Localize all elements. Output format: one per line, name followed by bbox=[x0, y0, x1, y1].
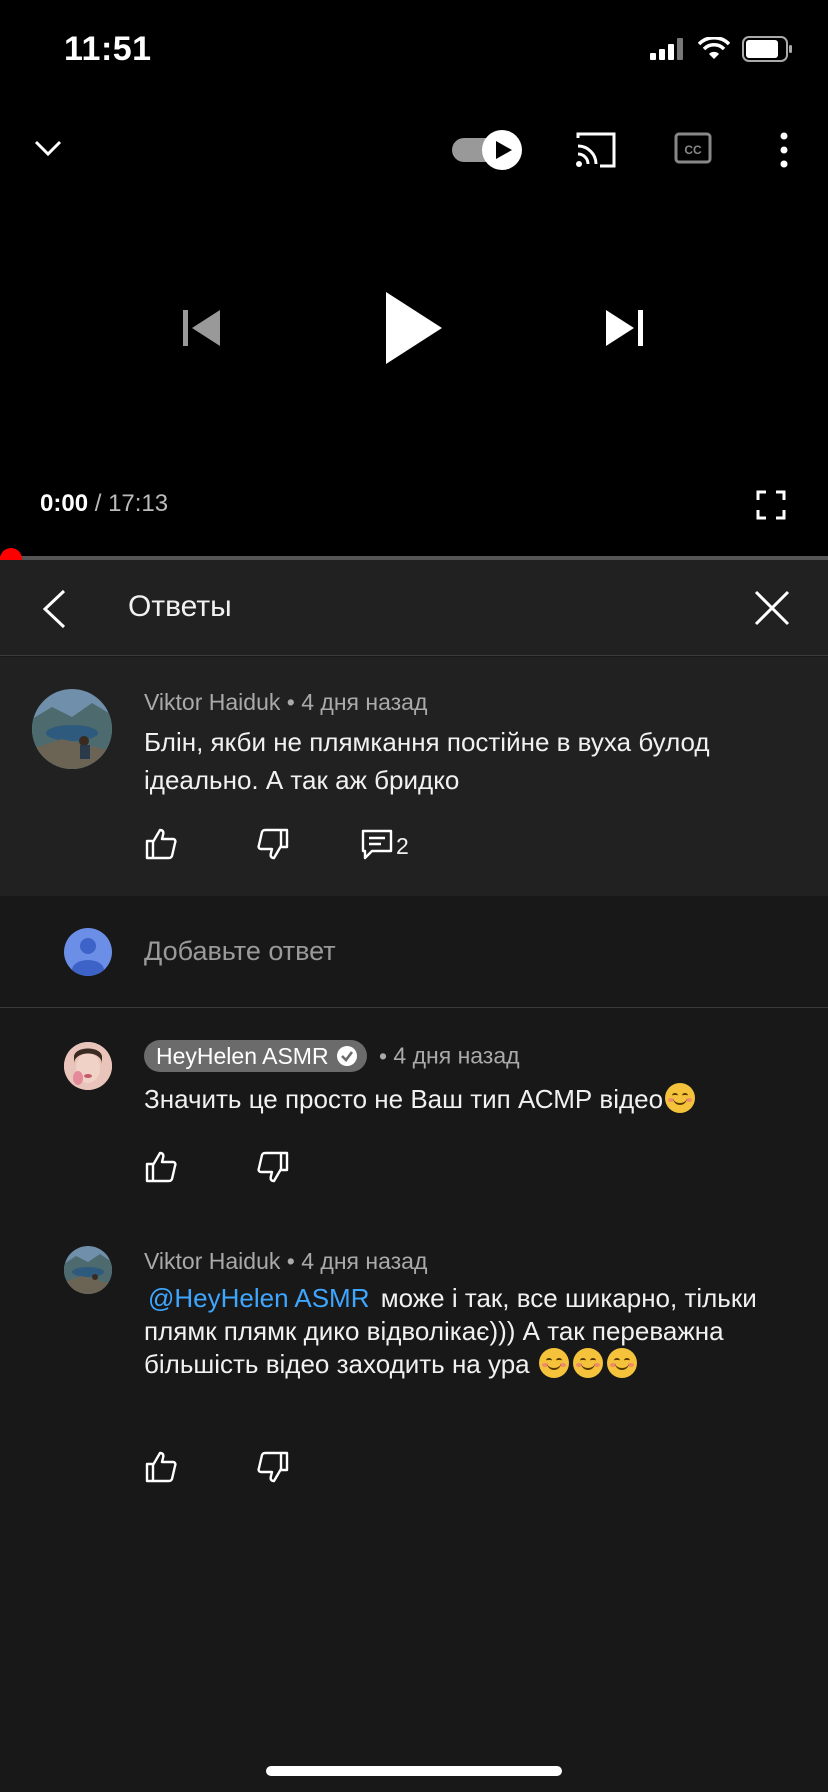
portrait-avatar-image bbox=[64, 1042, 112, 1090]
add-reply-row[interactable]: Добавьте ответ bbox=[0, 896, 828, 1008]
home-indicator[interactable] bbox=[266, 1766, 562, 1776]
reply-text: Значить це просто не Ваш тип АСМР відео bbox=[144, 1080, 794, 1118]
comment-text: Блін, якби не плямкання постійне в вуха … bbox=[144, 727, 710, 795]
comment-age: 4 дня назад bbox=[301, 689, 428, 715]
reply-meta: HeyHelen ASMR • 4 дня назад bbox=[144, 1040, 520, 1072]
dislike-icon[interactable] bbox=[256, 1150, 290, 1184]
avatar[interactable] bbox=[64, 1246, 112, 1294]
smiling-emoji-icon bbox=[572, 1348, 603, 1378]
fullscreen-icon[interactable] bbox=[756, 490, 786, 520]
dislike-icon[interactable] bbox=[256, 827, 290, 861]
meta-separator: • bbox=[378, 1042, 388, 1069]
avatar[interactable] bbox=[32, 689, 112, 769]
reply-count[interactable]: 2 bbox=[396, 833, 409, 860]
video-player[interactable]: 11:51 CC 0:00 / 17:13 bbox=[0, 0, 828, 570]
more-icon[interactable] bbox=[772, 128, 796, 172]
smiling-emoji-icon bbox=[665, 1083, 696, 1113]
reply-author: HeyHelen ASMR bbox=[156, 1042, 329, 1069]
reply-age: 4 дня назад bbox=[301, 1248, 428, 1274]
svg-text:CC: CC bbox=[684, 143, 702, 157]
player-top-controls: CC bbox=[0, 120, 828, 180]
play-icon[interactable] bbox=[384, 290, 444, 366]
verified-icon bbox=[336, 1046, 357, 1066]
creator-author-chip[interactable]: HeyHelen ASMR bbox=[144, 1040, 367, 1072]
reply-age: 4 дня назад bbox=[393, 1042, 520, 1069]
like-icon[interactable] bbox=[144, 827, 178, 861]
parent-comment: Viktor Haiduk • 4 дня назад Блін, якби н… bbox=[0, 657, 828, 896]
replies-header: Ответы bbox=[0, 560, 828, 656]
timecode: 0:00 / 17:13 bbox=[40, 490, 168, 518]
cast-icon[interactable] bbox=[574, 130, 618, 170]
reply-text-content: Значить це просто не Ваш тип АСМР відео bbox=[144, 1084, 664, 1114]
autoplay-toggle[interactable] bbox=[452, 128, 524, 172]
mention-link[interactable]: @HeyHelen ASMR bbox=[144, 1283, 373, 1313]
like-icon[interactable] bbox=[144, 1150, 178, 1184]
status-icons bbox=[650, 36, 794, 62]
status-bar: 11:51 bbox=[0, 0, 828, 100]
like-icon[interactable] bbox=[144, 1450, 178, 1484]
status-time: 11:51 bbox=[64, 30, 152, 68]
dislike-icon[interactable] bbox=[256, 1450, 290, 1484]
landscape-avatar-image bbox=[64, 1246, 112, 1294]
chevron-down-icon[interactable] bbox=[30, 130, 66, 166]
previous-icon[interactable] bbox=[180, 306, 224, 350]
meta-separator: • bbox=[286, 1248, 295, 1274]
duration: 17:13 bbox=[108, 490, 169, 517]
user-avatar bbox=[64, 928, 112, 976]
close-icon[interactable] bbox=[754, 590, 790, 626]
reply-author[interactable]: Viktor Haiduk bbox=[144, 1248, 280, 1274]
landscape-avatar-image bbox=[32, 689, 112, 769]
comment-meta: Viktor Haiduk • 4 дня назад bbox=[144, 689, 427, 716]
wifi-icon bbox=[698, 37, 730, 59]
smiling-emoji-icon bbox=[606, 1348, 637, 1378]
signal-icon bbox=[650, 38, 683, 60]
captions-icon[interactable]: CC bbox=[674, 130, 712, 166]
next-icon[interactable] bbox=[602, 306, 646, 350]
current-time: 0:00 bbox=[40, 490, 89, 517]
comment-author[interactable]: Viktor Haiduk bbox=[144, 689, 280, 715]
reply-icon[interactable] bbox=[360, 827, 394, 861]
avatar[interactable] bbox=[64, 1042, 112, 1090]
meta-separator: • bbox=[286, 689, 295, 715]
smiling-emoji-icon bbox=[538, 1348, 569, 1378]
battery-icon bbox=[742, 36, 792, 62]
back-arrow-icon[interactable] bbox=[40, 588, 70, 630]
time-separator: / bbox=[88, 490, 109, 517]
add-reply-input[interactable]: Добавьте ответ bbox=[144, 936, 336, 967]
default-user-icon bbox=[72, 938, 104, 976]
reply-text: @HeyHelen ASMR може і так, все шикарно, … bbox=[144, 1282, 784, 1381]
replies-title: Ответы bbox=[128, 590, 232, 623]
reply-meta: Viktor Haiduk • 4 дня назад bbox=[144, 1248, 427, 1275]
